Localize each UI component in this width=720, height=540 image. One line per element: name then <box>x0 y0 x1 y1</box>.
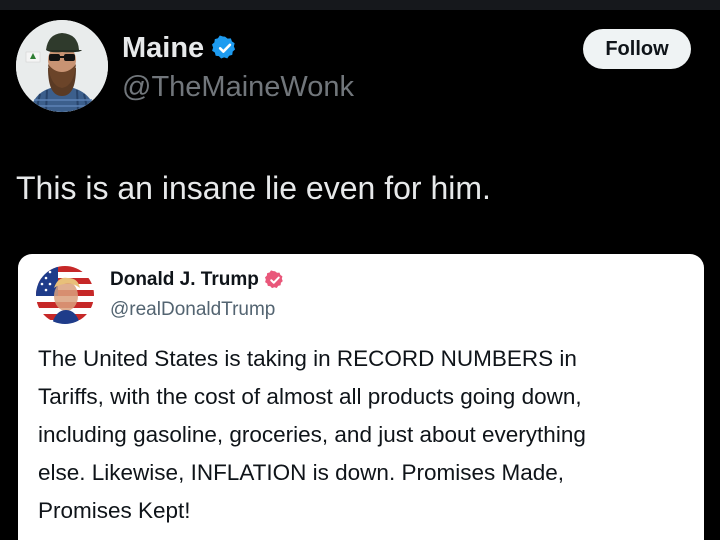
post-screenshot: Maine @TheMaineWonk Follow This is an in… <box>0 0 720 540</box>
quoted-author-handle[interactable]: @realDonaldTrump <box>110 298 275 322</box>
quoted-post-body: The United States is taking in RECORD NU… <box>38 340 698 530</box>
author-handle[interactable]: @TheMaineWonk <box>122 70 354 104</box>
quoted-post-line: Promises Kept! <box>38 498 191 523</box>
author-display-name[interactable]: Maine <box>122 32 204 64</box>
top-strip <box>0 0 720 10</box>
verified-badge-icon <box>264 270 283 289</box>
tweet-text: This is an insane lie even for him. <box>16 170 491 206</box>
quoted-post-line: The United States is taking in RECORD NU… <box>38 346 577 371</box>
flag-portrait-avatar-icon <box>36 266 94 324</box>
quoted-author-name-row: Donald J. Trump <box>110 268 285 292</box>
quoted-post-line: Tariffs, with the cost of almost all pro… <box>38 384 582 409</box>
quoted-post-card[interactable]: Donald J. Trump @realDonaldTrump The Uni… <box>18 254 704 540</box>
verified-badge-icon <box>212 35 236 59</box>
author-name-row: Maine <box>122 32 238 64</box>
quoted-author-display-name[interactable]: Donald J. Trump <box>110 268 259 292</box>
quoted-post-line: else. Likewise, INFLATION is down. Promi… <box>38 460 565 485</box>
man-with-sunglasses-avatar-icon <box>16 20 108 112</box>
follow-button[interactable]: Follow <box>583 29 691 69</box>
author-avatar[interactable] <box>16 20 108 112</box>
quoted-author-avatar[interactable] <box>36 266 94 324</box>
quoted-post-line: including gasoline, groceries, and just … <box>38 422 586 447</box>
